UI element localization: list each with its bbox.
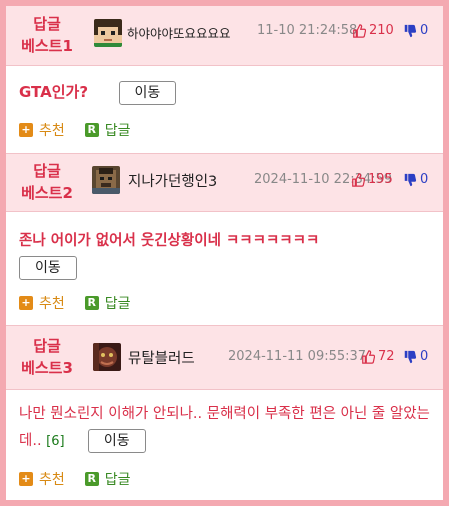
move-button[interactable]: 이동 xyxy=(118,80,177,105)
reply-button[interactable]: R 답글 xyxy=(84,120,131,140)
reply-icon: R xyxy=(84,472,99,486)
downvote-button[interactable]: 0 xyxy=(403,349,428,364)
downvote-button[interactable]: 0 xyxy=(403,23,428,38)
recommend-label: 추천 xyxy=(39,296,65,312)
post-text: GTA인가? xyxy=(19,83,89,101)
nickname[interactable]: 하야야야또요요요요 xyxy=(127,23,231,42)
move-button[interactable]: 이동 xyxy=(19,256,77,280)
rank-label: 답글 베스트1 xyxy=(6,13,88,57)
rank-line2: 베스트1 xyxy=(21,37,73,55)
recommend-button[interactable]: + 추천 xyxy=(19,469,65,489)
downvote-count: 0 xyxy=(420,23,429,38)
upvote-count: 72 xyxy=(378,349,395,364)
post-header: 답글 베스트2 지나가던행인3 2024-11-10 22:34:59 195 … xyxy=(6,154,443,212)
recommend-button[interactable]: + 추천 xyxy=(19,120,65,140)
post-header: 답글 베스트1 하야야야또요요요요 11-10 21:24:58 210 0 xyxy=(6,6,443,66)
post-header: 답글 베스트3 뮤탈블러드 2024-11-11 09:55:37 72 0 xyxy=(6,326,443,390)
upvote-count: 195 xyxy=(368,172,393,187)
post-actions: + 추천 R 답글 xyxy=(19,293,131,313)
recommend-label: 추천 xyxy=(39,472,65,488)
upvote-button[interactable]: 195 xyxy=(351,172,393,187)
downvote-button[interactable]: 0 xyxy=(403,172,428,187)
nickname[interactable]: 뮤탈블러드 xyxy=(128,347,195,368)
thumbs-up-icon xyxy=(362,349,375,364)
thumbs-up-icon xyxy=(353,23,366,38)
reply-label: 답글 xyxy=(104,472,131,488)
avatar[interactable] xyxy=(92,166,120,194)
post-body: 나만 뭔소린지 이해가 안되나.. 문해력이 부족한 편은 아닌 줄 알았는데.… xyxy=(19,401,434,455)
reply-label: 답글 xyxy=(104,296,131,312)
post-text: 존나 어이가 없어서 웃긴상황이네 ㅋㅋㅋㅋㅋㅋㅋ xyxy=(19,233,320,249)
nickname[interactable]: 지나가던행인3 xyxy=(128,170,217,191)
plus-icon: + xyxy=(19,123,33,137)
rank-line1: 답글 xyxy=(33,162,61,180)
upvote-button[interactable]: 72 xyxy=(361,349,395,364)
thumbs-up-icon xyxy=(352,172,365,187)
downvote-count: 0 xyxy=(420,349,429,364)
rank-line1: 답글 xyxy=(33,337,61,355)
post-body: 존나 어이가 없어서 웃긴상황이네 ㅋㅋㅋㅋㅋㅋㅋ 이동 xyxy=(19,228,439,282)
post-text: 나만 뭔소린지 이해가 안되나.. 문해력이 부족한 편은 아닌 줄 알았는데.… xyxy=(19,406,430,449)
reply-icon: R xyxy=(84,123,99,137)
reply-icon: R xyxy=(84,296,99,310)
post-body: GTA인가? 이동 xyxy=(19,80,177,105)
thumbs-down-icon xyxy=(404,350,417,363)
plus-icon: + xyxy=(19,296,33,310)
best-replies-panel: 답글 베스트1 하야야야또요요요요 11-10 21:24:58 210 0 G… xyxy=(6,6,443,500)
thumbs-down-icon xyxy=(404,24,417,37)
avatar[interactable] xyxy=(94,19,122,47)
rank-label: 답글 베스트3 xyxy=(6,335,88,379)
downvote-count: 0 xyxy=(420,172,429,187)
rank-line2: 베스트3 xyxy=(21,359,73,377)
reply-button[interactable]: R 답글 xyxy=(84,469,131,489)
avatar[interactable] xyxy=(93,343,121,371)
post-actions: + 추천 R 답글 xyxy=(19,120,131,140)
reply-button[interactable]: R 답글 xyxy=(84,293,131,313)
upvote-count: 210 xyxy=(369,23,394,38)
post-date: 11-10 21:24:58 xyxy=(257,23,358,38)
rank-line2: 베스트2 xyxy=(21,184,73,202)
plus-icon: + xyxy=(19,472,33,486)
rank-label: 답글 베스트2 xyxy=(6,160,88,204)
move-button[interactable]: 이동 xyxy=(87,429,146,453)
post-actions: + 추천 R 답글 xyxy=(19,469,131,489)
rank-line1: 답글 xyxy=(33,15,61,33)
thumbs-down-icon xyxy=(404,173,417,186)
upvote-button[interactable]: 210 xyxy=(352,23,394,38)
post-date: 2024-11-11 09:55:37 xyxy=(228,349,367,364)
recommend-button[interactable]: + 추천 xyxy=(19,293,65,313)
reply-label: 답글 xyxy=(104,123,131,139)
recommend-label: 추천 xyxy=(39,123,65,139)
comment-count[interactable]: [6] xyxy=(46,434,64,449)
